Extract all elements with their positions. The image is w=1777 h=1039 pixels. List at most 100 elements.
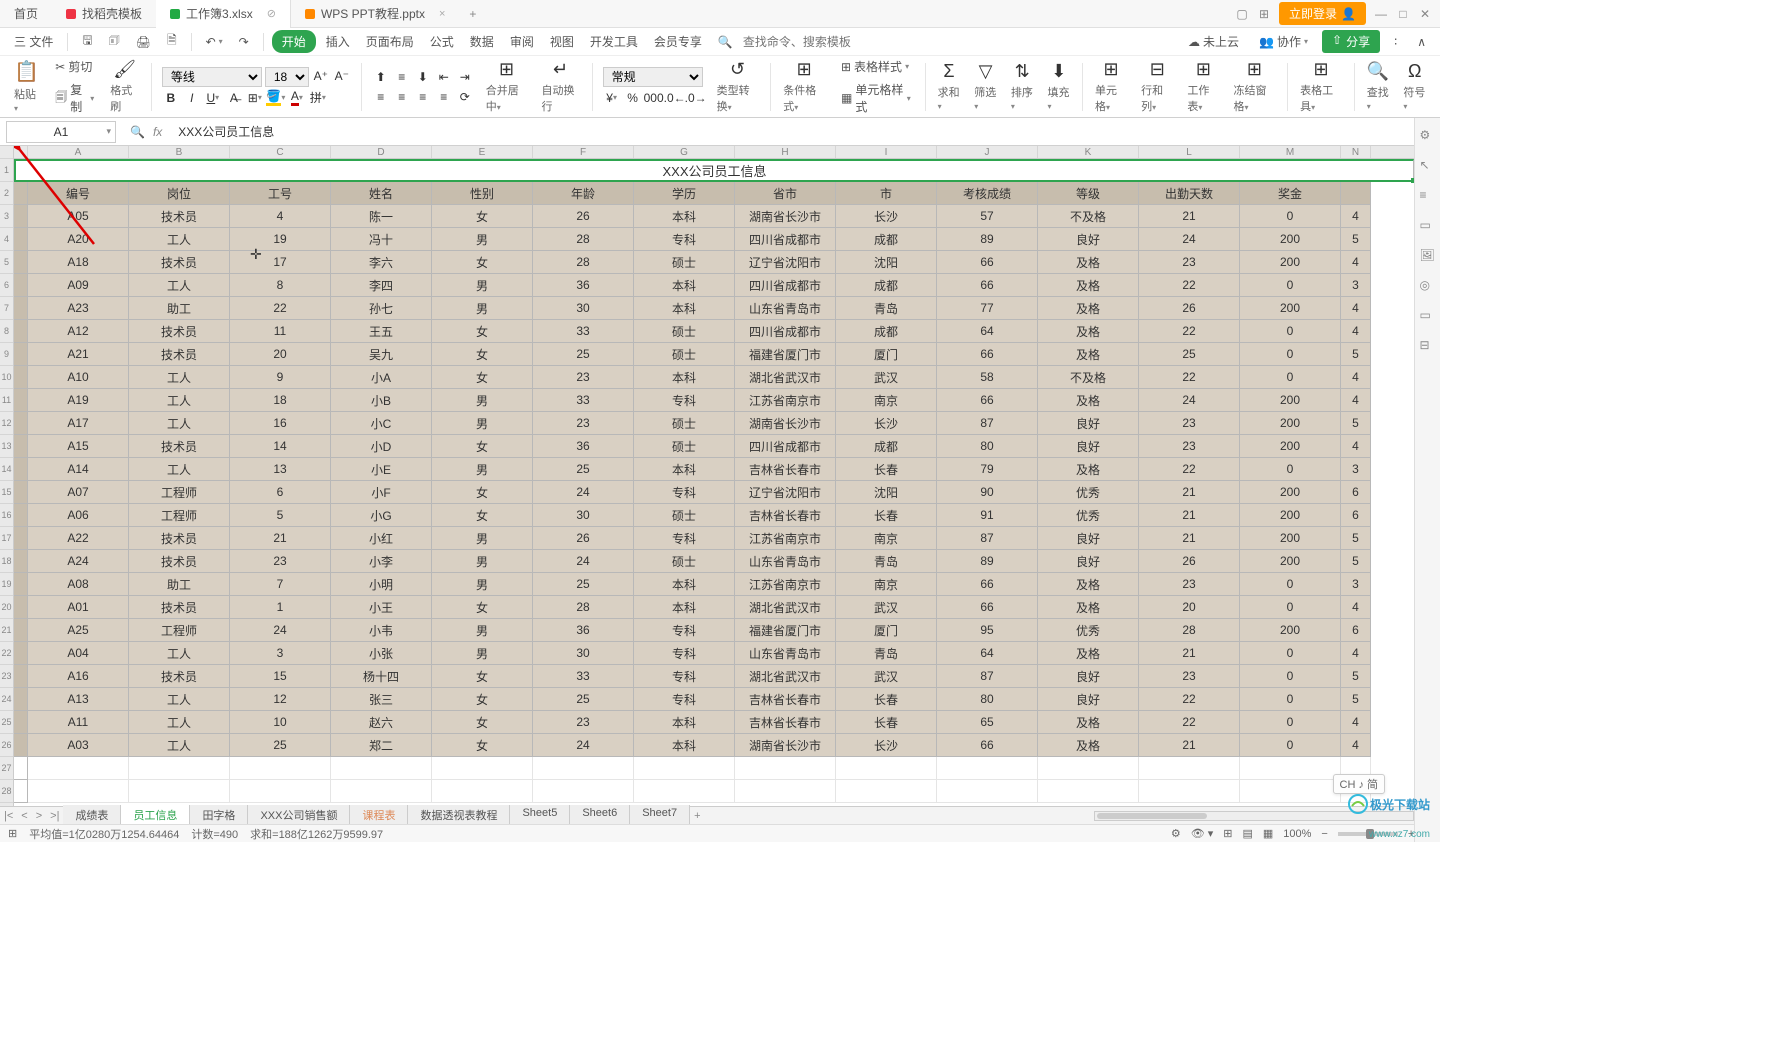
table-cell[interactable]: 77 (937, 297, 1038, 320)
col-header[interactable]: F (533, 146, 634, 158)
font-color[interactable]: A▾ (288, 89, 306, 107)
table-cell[interactable]: 成都 (836, 320, 937, 343)
table-cell[interactable]: 硕士 (634, 251, 735, 274)
table-cell[interactable]: 工人 (129, 366, 230, 389)
table-cell[interactable]: 冯十 (331, 228, 432, 251)
table-cell[interactable]: 青岛 (836, 550, 937, 573)
table-cell[interactable]: 4 (1341, 435, 1371, 458)
table-cell[interactable]: 87 (937, 412, 1038, 435)
table-cell[interactable]: 26 (1139, 550, 1240, 573)
table-cell[interactable]: 男 (432, 619, 533, 642)
table-cell[interactable]: A11 (28, 711, 129, 734)
minimize-icon[interactable]: — (1374, 7, 1388, 21)
table-cell[interactable]: 沈阳 (836, 251, 937, 274)
table-cell[interactable]: 本科 (634, 366, 735, 389)
side-settings-icon[interactable]: ⚙ (1420, 128, 1436, 144)
table-header-cell[interactable]: 岗位 (129, 182, 230, 205)
table-cell[interactable]: 5 (1341, 412, 1371, 435)
table-cell[interactable]: 吉林省长春市 (735, 711, 836, 734)
table-cell[interactable]: 专科 (634, 527, 735, 550)
table-cell[interactable]: 技术员 (129, 435, 230, 458)
table-cell[interactable]: 女 (432, 734, 533, 757)
row-header[interactable]: 23 (0, 665, 13, 688)
table-header-cell[interactable]: 性别 (432, 182, 533, 205)
table-cell[interactable]: 22 (1139, 274, 1240, 297)
table-cell[interactable]: 22 (1139, 458, 1240, 481)
table-cell[interactable]: 0 (1240, 573, 1341, 596)
menu-insert[interactable]: 插入 (320, 30, 356, 53)
table-cell[interactable]: 辽宁省沈阳市 (735, 251, 836, 274)
table-cell[interactable]: 4 (1341, 711, 1371, 734)
table-cell[interactable]: 89 (937, 228, 1038, 251)
table-cell[interactable]: 0 (1240, 343, 1341, 366)
view-normal-icon[interactable]: ⊞ (1223, 827, 1232, 840)
table-cell[interactable]: 0 (1240, 734, 1341, 757)
table-cell[interactable]: 本科 (634, 734, 735, 757)
table-cell[interactable]: 0 (1240, 665, 1341, 688)
table-cell[interactable]: 女 (432, 504, 533, 527)
table-cell[interactable]: 辽宁省沈阳市 (735, 481, 836, 504)
table-cell[interactable]: 男 (432, 550, 533, 573)
table-cell[interactable]: 厦门 (836, 343, 937, 366)
table-cell[interactable]: 6 (1341, 481, 1371, 504)
table-cell[interactable]: 4 (1341, 642, 1371, 665)
table-cell[interactable]: 80 (937, 688, 1038, 711)
table-cell[interactable]: 33 (533, 665, 634, 688)
table-cell[interactable]: 4 (1341, 389, 1371, 412)
table-cell[interactable]: 200 (1240, 297, 1341, 320)
table-cell[interactable]: 女 (432, 481, 533, 504)
table-cell[interactable]: 女 (432, 435, 533, 458)
table-cell[interactable]: 成都 (836, 274, 937, 297)
status-eye-icon[interactable]: 👁 ▾ (1191, 827, 1214, 840)
table-cell[interactable]: 工人 (129, 711, 230, 734)
table-cell[interactable]: 专科 (634, 665, 735, 688)
table-cell[interactable]: 技术员 (129, 251, 230, 274)
tab-close-icon[interactable]: × (439, 8, 445, 20)
font-family-select[interactable]: 等线 (162, 67, 262, 87)
table-cell[interactable]: A07 (28, 481, 129, 504)
table-cell[interactable]: 87 (937, 527, 1038, 550)
table-cell[interactable]: 200 (1240, 251, 1341, 274)
table-cell[interactable]: 25 (230, 734, 331, 757)
align-middle[interactable]: ≡ (393, 68, 411, 86)
table-cell[interactable]: 200 (1240, 228, 1341, 251)
table-cell[interactable]: 26 (1139, 297, 1240, 320)
table-cell[interactable]: 5 (1341, 343, 1371, 366)
table-cell[interactable]: 良好 (1038, 228, 1139, 251)
find-button[interactable]: 🔍查找▾ (1361, 59, 1396, 114)
table-cell[interactable]: 25 (1139, 343, 1240, 366)
table-cell[interactable]: 工人 (129, 688, 230, 711)
table-cell[interactable]: 57 (937, 205, 1038, 228)
cut-button[interactable]: ✂ 剪切 (51, 56, 98, 77)
wrap-text[interactable]: ↵自动换行 (535, 57, 585, 116)
side-select-icon[interactable]: ↖ (1420, 158, 1436, 174)
table-cell[interactable]: 本科 (634, 205, 735, 228)
col-header[interactable]: E (432, 146, 533, 158)
table-cell[interactable]: 11 (230, 320, 331, 343)
table-cell[interactable]: A25 (28, 619, 129, 642)
table-cell[interactable]: 技术员 (129, 550, 230, 573)
table-cell[interactable]: 吉林省长春市 (735, 688, 836, 711)
side-book-icon[interactable]: ▭ (1420, 308, 1436, 324)
table-cell[interactable]: 山东省青岛市 (735, 642, 836, 665)
table-cell[interactable]: 厦门 (836, 619, 937, 642)
table-cell[interactable]: 本科 (634, 274, 735, 297)
row-header[interactable]: 28 (0, 780, 13, 803)
table-cell[interactable]: 23 (1139, 251, 1240, 274)
table-cell[interactable]: 0 (1240, 366, 1341, 389)
row-header[interactable]: 12 (0, 412, 13, 435)
table-cell[interactable]: 28 (533, 228, 634, 251)
align-top[interactable]: ⬆ (372, 68, 390, 86)
side-location-icon[interactable]: ◎ (1420, 278, 1436, 294)
table-cell[interactable]: 小张 (331, 642, 432, 665)
table-cell[interactable]: 3 (1341, 573, 1371, 596)
table-cell[interactable]: 19 (230, 228, 331, 251)
table-cell[interactable]: 28 (533, 596, 634, 619)
table-cell[interactable]: 吴九 (331, 343, 432, 366)
ribbon-more[interactable]: ∧ (1411, 32, 1432, 52)
table-cell[interactable]: 0 (1240, 320, 1341, 343)
table-cell[interactable]: 及格 (1038, 573, 1139, 596)
table-cell[interactable]: 95 (937, 619, 1038, 642)
table-cell[interactable]: 李六 (331, 251, 432, 274)
title-cell[interactable]: XXX公司员工信息 (14, 159, 1414, 182)
